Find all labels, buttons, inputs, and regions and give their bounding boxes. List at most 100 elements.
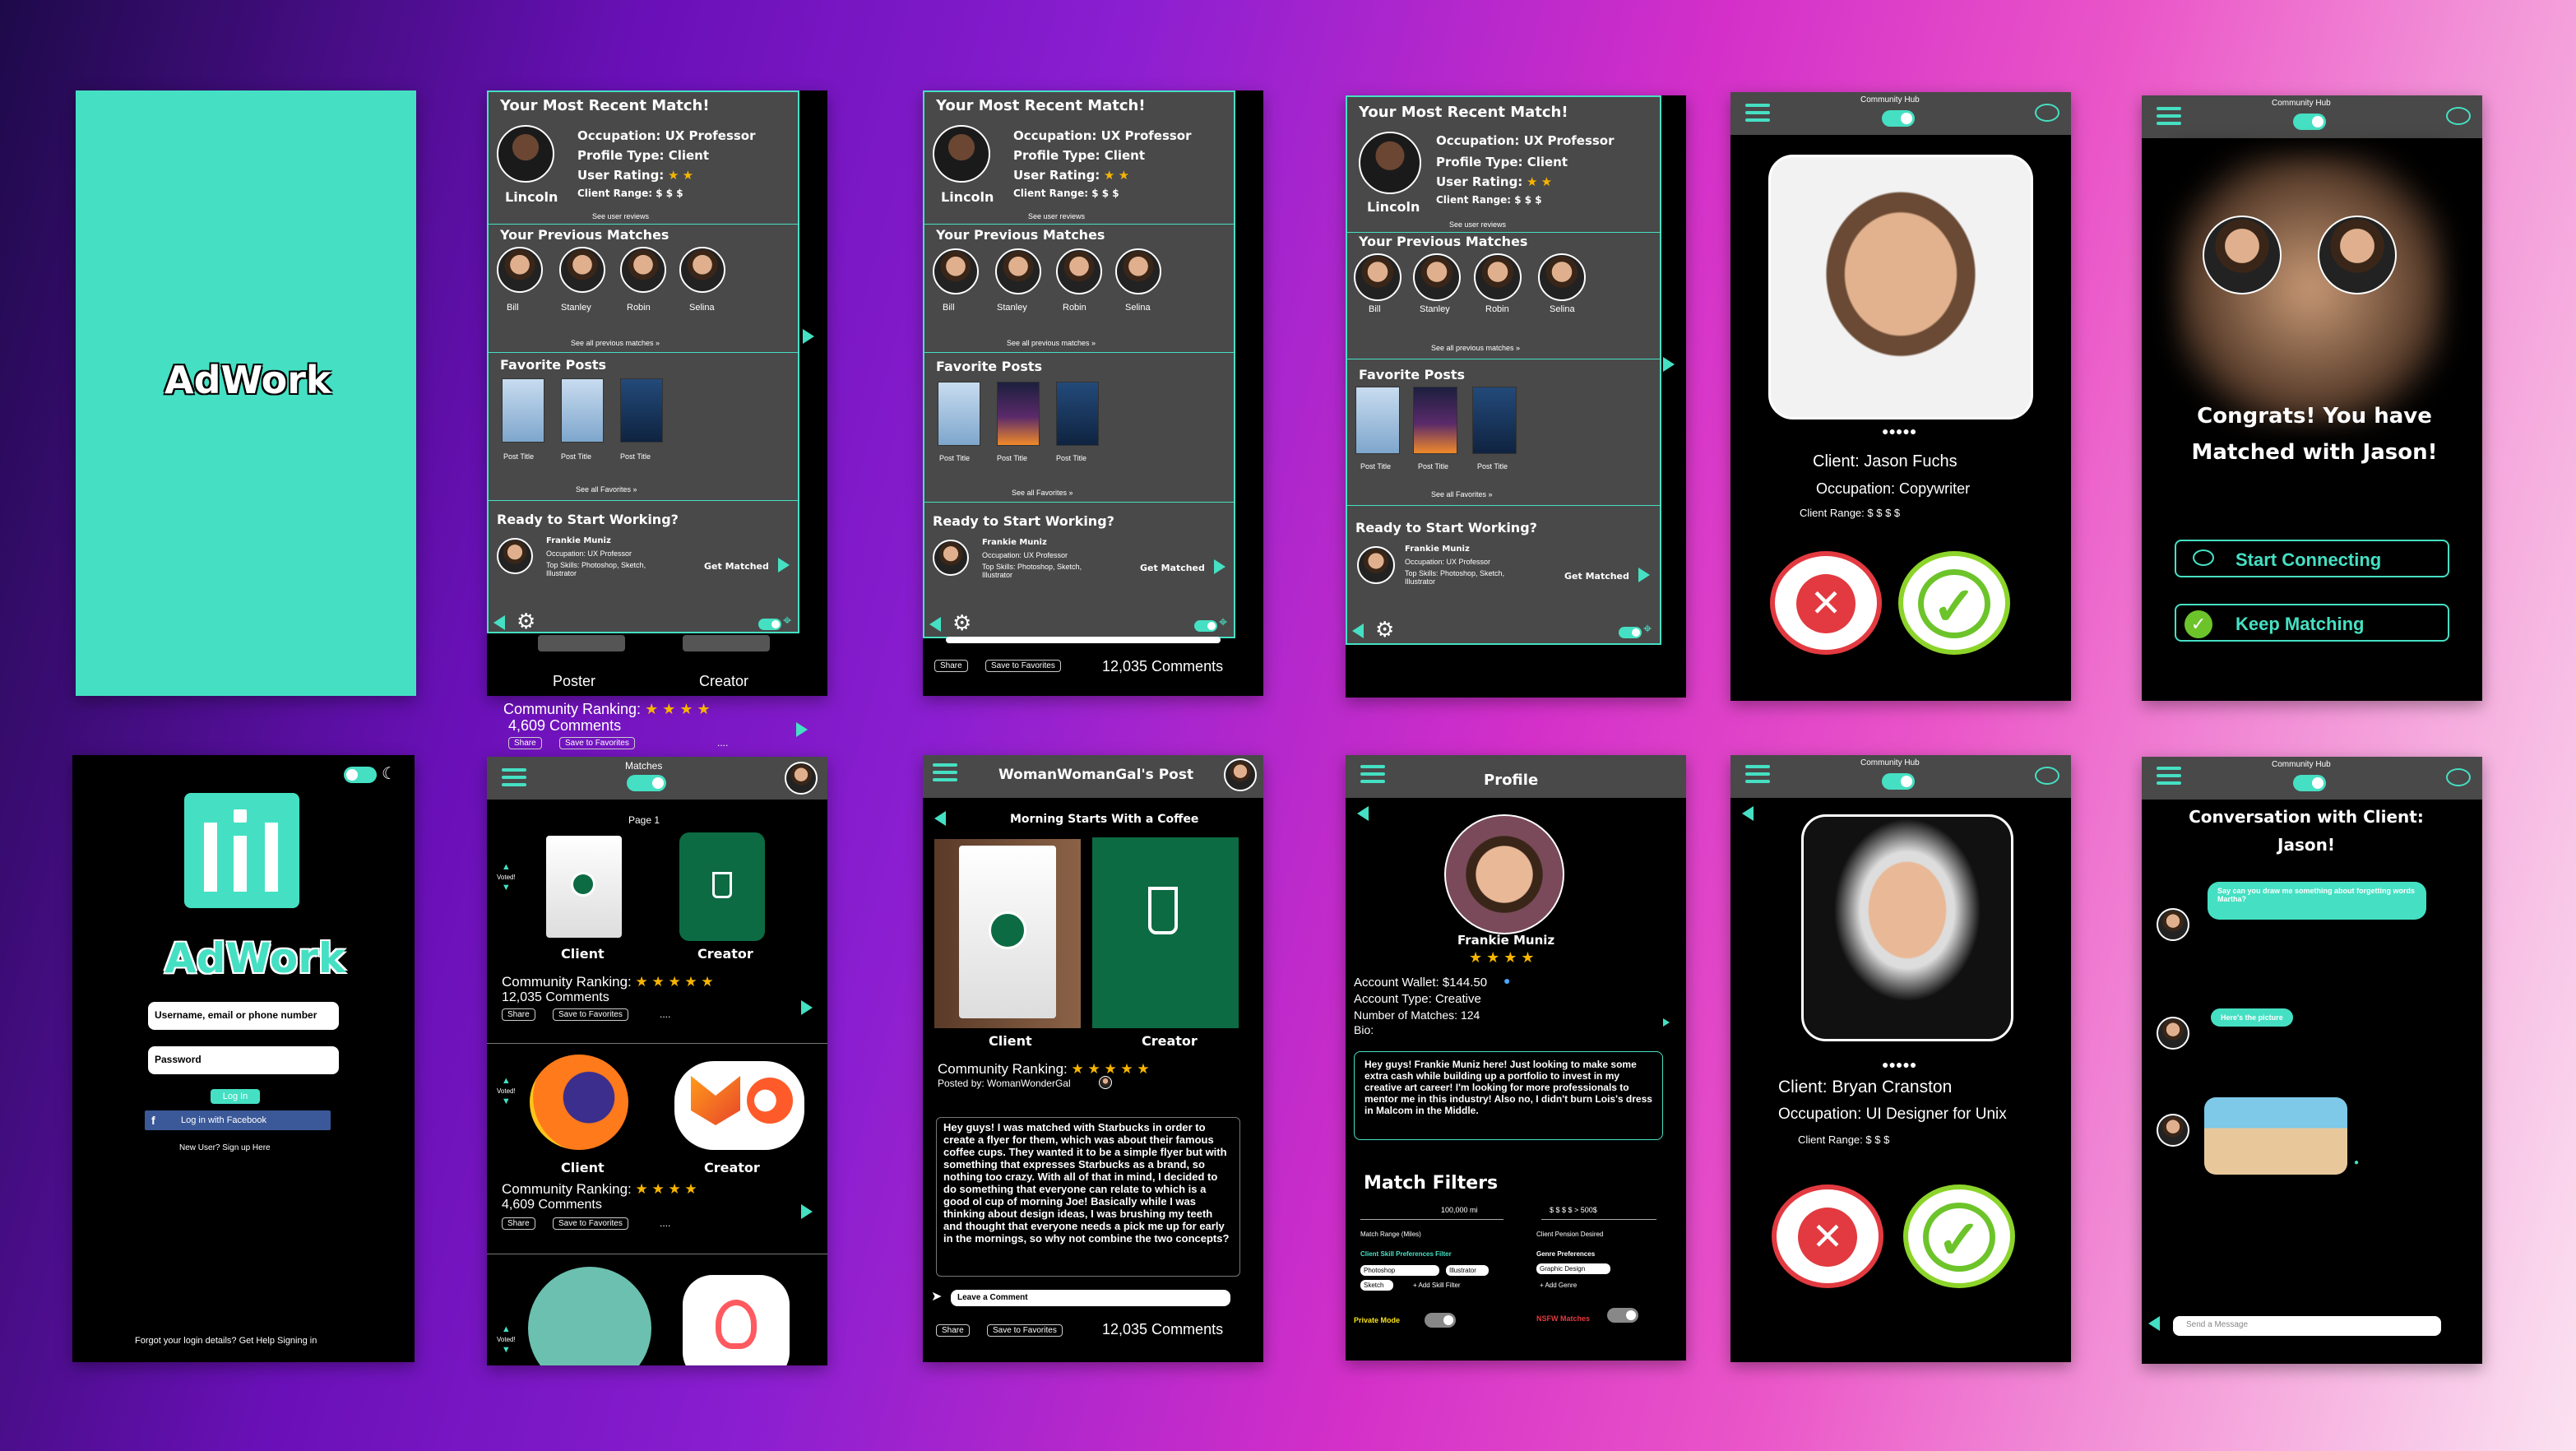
favorite-post[interactable]	[561, 378, 604, 443]
gear-icon[interactable]: ⚙	[952, 610, 971, 636]
profile-avatar[interactable]	[1224, 758, 1257, 791]
image-message[interactable]	[2204, 1097, 2347, 1175]
next-arrow[interactable]	[778, 558, 790, 573]
ready-avatar[interactable]	[497, 538, 533, 574]
password-input[interactable]: Password	[148, 1046, 339, 1074]
poster-avatar[interactable]	[1099, 1076, 1112, 1089]
vote-arrows[interactable]: ▲ Voted! ▼	[497, 862, 516, 892]
share-button[interactable]: Share	[934, 660, 968, 672]
pension-slider[interactable]	[1541, 1219, 1656, 1220]
back-arrow[interactable]	[934, 811, 946, 826]
back-arrow[interactable]	[1357, 806, 1369, 821]
dark-mode-toggle[interactable]	[344, 767, 377, 783]
comment-input[interactable]: Leave a Comment	[951, 1290, 1230, 1306]
chat-bubble-icon[interactable]	[2446, 768, 2471, 786]
toggle[interactable]	[758, 619, 781, 630]
reject-button[interactable]: ✕	[1770, 551, 1882, 655]
prev-match-avatar[interactable]	[1354, 253, 1402, 301]
ready-avatar[interactable]	[933, 540, 969, 576]
mode-toggle[interactable]	[627, 775, 666, 791]
next-arrow[interactable]	[803, 329, 814, 344]
message-input[interactable]: Send a Message	[2173, 1316, 2441, 1336]
favorite-post[interactable]	[620, 378, 663, 443]
firefox-logo-icon[interactable]	[530, 1055, 628, 1150]
profile-avatar[interactable]	[1444, 814, 1564, 934]
gear-icon[interactable]: ⚙	[517, 609, 535, 634]
chat-bubble-icon[interactable]	[2446, 107, 2471, 125]
menu-icon[interactable]	[2157, 107, 2181, 127]
profile-avatar[interactable]	[785, 762, 818, 795]
see-all-matches-link[interactable]: See all previous matches »	[1007, 339, 1096, 347]
see-all-favorites-link[interactable]: See all Favorites »	[1012, 489, 1073, 497]
creator-logo-image[interactable]	[674, 1061, 804, 1150]
vote-arrows[interactable]: ▲ Voted! ▼	[497, 1076, 516, 1106]
more-options[interactable]: ....	[660, 1008, 670, 1020]
menu-icon[interactable]	[1745, 765, 1770, 785]
see-all-matches-link[interactable]: See all previous matches »	[571, 339, 660, 347]
menu-icon[interactable]	[933, 763, 957, 783]
next-arrow[interactable]	[1214, 559, 1225, 574]
see-reviews-link[interactable]: See user reviews	[592, 212, 649, 220]
reject-button[interactable]: ✕	[1772, 1184, 1883, 1288]
private-mode-toggle[interactable]	[1425, 1313, 1456, 1328]
skill-chip[interactable]: Photoshop	[1360, 1265, 1439, 1276]
skill-chip[interactable]: Sketch	[1360, 1280, 1393, 1291]
gear-icon[interactable]: ⚙	[1375, 617, 1394, 642]
next-arrow[interactable]	[801, 1000, 813, 1015]
prev-match-avatar[interactable]	[679, 247, 725, 293]
see-reviews-link[interactable]: See user reviews	[1028, 212, 1085, 220]
mode-toggle[interactable]	[2293, 114, 2326, 130]
client-post-image[interactable]	[528, 1267, 651, 1365]
favorite-post[interactable]	[1056, 382, 1099, 446]
share-button[interactable]: Share	[936, 1324, 970, 1337]
share-button[interactable]: Share	[502, 1217, 535, 1230]
next-arrow[interactable]	[1638, 568, 1650, 582]
back-arrow[interactable]	[2148, 1316, 2160, 1331]
nsfw-toggle[interactable]	[1607, 1308, 1638, 1323]
client-photo[interactable]	[1768, 155, 2033, 420]
prev-match-avatar[interactable]	[559, 247, 605, 293]
forgot-login-link[interactable]: Forgot your login details? Get Help Sign…	[135, 1336, 317, 1346]
favorite-post[interactable]	[1472, 387, 1517, 454]
favorite-post[interactable]	[1355, 387, 1400, 454]
location-pin-icon[interactable]: ⌖	[783, 612, 791, 629]
save-favorites-button[interactable]: Save to Favorites	[985, 660, 1061, 672]
share-button[interactable]: Share	[508, 737, 542, 749]
genre-chip[interactable]: Graphic Design	[1536, 1263, 1610, 1274]
back-arrow[interactable]	[1742, 806, 1754, 821]
mode-toggle[interactable]	[2293, 775, 2326, 791]
mode-toggle[interactable]	[1882, 773, 1915, 790]
save-favorites-button[interactable]: Save to Favorites	[559, 737, 635, 749]
save-favorites-button[interactable]: Save to Favorites	[553, 1217, 628, 1230]
signup-link[interactable]: New User? Sign up Here	[179, 1143, 271, 1152]
favorite-post[interactable]	[1413, 387, 1457, 454]
prev-match-avatar[interactable]	[1538, 253, 1586, 301]
start-connecting-button[interactable]: Start Connecting	[2175, 540, 2449, 577]
next-arrow[interactable]	[1663, 1018, 1670, 1027]
add-skill-button[interactable]: + Add Skill Filter	[1413, 1282, 1461, 1289]
see-all-matches-link[interactable]: See all previous matches »	[1431, 344, 1520, 352]
save-favorites-button[interactable]: Save to Favorites	[987, 1324, 1063, 1337]
menu-icon[interactable]	[1745, 104, 1770, 123]
menu-icon[interactable]	[1360, 765, 1385, 785]
back-arrow[interactable]	[493, 615, 505, 630]
prev-match-avatar[interactable]	[1115, 248, 1161, 294]
get-matched-button[interactable]: Get Matched	[704, 561, 769, 572]
favorite-post[interactable]	[938, 382, 980, 446]
prev-match-avatar[interactable]	[1056, 248, 1102, 294]
accept-button[interactable]: ✓	[1898, 551, 2010, 655]
get-matched-button[interactable]: Get Matched	[1564, 571, 1629, 582]
toggle[interactable]	[1619, 627, 1642, 638]
more-options[interactable]: ....	[660, 1217, 670, 1229]
see-reviews-link[interactable]: See user reviews	[1449, 220, 1506, 229]
next-arrow[interactable]	[796, 722, 808, 737]
prev-match-avatar[interactable]	[1413, 253, 1461, 301]
location-pin-icon[interactable]: ⌖	[1219, 614, 1227, 631]
get-matched-button[interactable]: Get Matched	[1140, 563, 1205, 573]
back-arrow[interactable]	[929, 617, 941, 632]
prev-match-avatar[interactable]	[620, 247, 666, 293]
see-all-favorites-link[interactable]: See all Favorites »	[1431, 490, 1493, 498]
favorite-post[interactable]	[502, 378, 544, 443]
mode-toggle[interactable]	[1882, 110, 1915, 127]
prev-match-avatar[interactable]	[1474, 253, 1522, 301]
